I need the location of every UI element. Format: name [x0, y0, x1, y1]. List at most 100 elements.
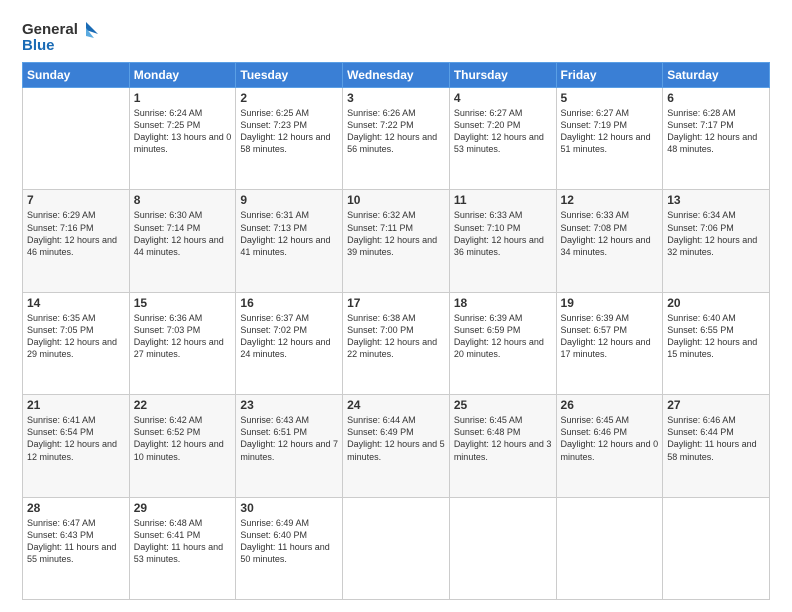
day-number: 30	[240, 501, 338, 515]
calendar-cell: 25Sunrise: 6:45 AM Sunset: 6:48 PM Dayli…	[449, 395, 556, 497]
calendar-cell: 7 Sunrise: 6:29 AM Sunset: 7:16 PM Daylig…	[23, 190, 130, 292]
day-info: Sunrise: 6:39 AM Sunset: 6:59 PM Dayligh…	[454, 312, 552, 361]
day-info: Sunrise: 6:43 AM Sunset: 6:51 PM Dayligh…	[240, 414, 338, 463]
day-info: Sunrise: 6:28 AM Sunset: 7:17 PM Dayligh…	[667, 107, 765, 156]
calendar-cell: 30 Sunrise: 6:49 AM Sunset: 6:40 PM Dayli…	[236, 497, 343, 599]
day-number: 29	[134, 501, 232, 515]
col-header-tuesday: Tuesday	[236, 63, 343, 88]
col-header-monday: Monday	[129, 63, 236, 88]
day-number: 27	[667, 398, 765, 412]
day-number: 2	[240, 91, 338, 105]
calendar-cell	[556, 497, 663, 599]
calendar-cell: 2Sunrise: 6:25 AM Sunset: 7:23 PM Daylig…	[236, 88, 343, 190]
calendar-cell: 10Sunrise: 6:32 AM Sunset: 7:11 PM Dayli…	[343, 190, 450, 292]
day-info: Sunrise: 6:47 AM Sunset: 6:43 PM Dayligh…	[27, 517, 125, 566]
calendar-cell	[343, 497, 450, 599]
day-number: 11	[454, 193, 552, 207]
col-header-thursday: Thursday	[449, 63, 556, 88]
day-info: Sunrise: 6:42 AM Sunset: 6:52 PM Dayligh…	[134, 414, 232, 463]
day-info: Sunrise: 6:36 AM Sunset: 7:03 PM Dayligh…	[134, 312, 232, 361]
calendar-cell: 23 Sunrise: 6:43 AM Sunset: 6:51 PM Dayli…	[236, 395, 343, 497]
day-info: Sunrise: 6:33 AM Sunset: 7:08 PM Dayligh…	[561, 209, 659, 258]
day-number: 4	[454, 91, 552, 105]
calendar-week-2: 7 Sunrise: 6:29 AM Sunset: 7:16 PM Daylig…	[23, 190, 770, 292]
calendar-header-row: SundayMondayTuesdayWednesdayThursdayFrid…	[23, 63, 770, 88]
calendar-cell	[449, 497, 556, 599]
calendar-cell: 3 Sunrise: 6:26 AM Sunset: 7:22 PM Daylig…	[343, 88, 450, 190]
day-number: 16	[240, 296, 338, 310]
calendar-cell: 26 Sunrise: 6:45 AM Sunset: 6:46 PM Dayli…	[556, 395, 663, 497]
calendar-cell: 28 Sunrise: 6:47 AM Sunset: 6:43 PM Dayli…	[23, 497, 130, 599]
calendar-cell: 17 Sunrise: 6:38 AM Sunset: 7:00 PM Dayli…	[343, 292, 450, 394]
calendar-cell: 12 Sunrise: 6:33 AM Sunset: 7:08 PM Dayli…	[556, 190, 663, 292]
day-number: 7	[27, 193, 125, 207]
day-number: 25	[454, 398, 552, 412]
calendar-cell: 6Sunrise: 6:28 AM Sunset: 7:17 PM Daylig…	[663, 88, 770, 190]
logo-svg: GeneralBlue	[22, 18, 102, 54]
day-number: 1	[134, 91, 232, 105]
calendar-cell: 21 Sunrise: 6:41 AM Sunset: 6:54 PM Dayli…	[23, 395, 130, 497]
svg-text:Blue: Blue	[22, 37, 55, 54]
day-info: Sunrise: 6:49 AM Sunset: 6:40 PM Dayligh…	[240, 517, 338, 566]
day-number: 12	[561, 193, 659, 207]
day-number: 28	[27, 501, 125, 515]
calendar-cell: 29 Sunrise: 6:48 AM Sunset: 6:41 PM Dayli…	[129, 497, 236, 599]
calendar-week-4: 21 Sunrise: 6:41 AM Sunset: 6:54 PM Dayli…	[23, 395, 770, 497]
day-info: Sunrise: 6:30 AM Sunset: 7:14 PM Dayligh…	[134, 209, 232, 258]
day-info: Sunrise: 6:46 AM Sunset: 6:44 PM Dayligh…	[667, 414, 765, 463]
calendar-cell: 15Sunrise: 6:36 AM Sunset: 7:03 PM Dayli…	[129, 292, 236, 394]
day-info: Sunrise: 6:34 AM Sunset: 7:06 PM Dayligh…	[667, 209, 765, 258]
day-info: Sunrise: 6:41 AM Sunset: 6:54 PM Dayligh…	[27, 414, 125, 463]
day-info: Sunrise: 6:37 AM Sunset: 7:02 PM Dayligh…	[240, 312, 338, 361]
day-info: Sunrise: 6:31 AM Sunset: 7:13 PM Dayligh…	[240, 209, 338, 258]
calendar-cell: 4 Sunrise: 6:27 AM Sunset: 7:20 PM Daylig…	[449, 88, 556, 190]
day-info: Sunrise: 6:48 AM Sunset: 6:41 PM Dayligh…	[134, 517, 232, 566]
calendar-cell: 1 Sunrise: 6:24 AM Sunset: 7:25 PM Daylig…	[129, 88, 236, 190]
calendar-week-5: 28 Sunrise: 6:47 AM Sunset: 6:43 PM Dayli…	[23, 497, 770, 599]
day-number: 23	[240, 398, 338, 412]
day-number: 26	[561, 398, 659, 412]
day-info: Sunrise: 6:40 AM Sunset: 6:55 PM Dayligh…	[667, 312, 765, 361]
day-info: Sunrise: 6:26 AM Sunset: 7:22 PM Dayligh…	[347, 107, 445, 156]
day-info: Sunrise: 6:44 AM Sunset: 6:49 PM Dayligh…	[347, 414, 445, 463]
calendar-week-1: 1 Sunrise: 6:24 AM Sunset: 7:25 PM Daylig…	[23, 88, 770, 190]
calendar-cell	[23, 88, 130, 190]
col-header-sunday: Sunday	[23, 63, 130, 88]
col-header-friday: Friday	[556, 63, 663, 88]
day-info: Sunrise: 6:29 AM Sunset: 7:16 PM Dayligh…	[27, 209, 125, 258]
logo: GeneralBlue	[22, 18, 102, 54]
day-number: 18	[454, 296, 552, 310]
day-number: 8	[134, 193, 232, 207]
day-number: 24	[347, 398, 445, 412]
day-info: Sunrise: 6:33 AM Sunset: 7:10 PM Dayligh…	[454, 209, 552, 258]
day-number: 20	[667, 296, 765, 310]
calendar-cell: 14 Sunrise: 6:35 AM Sunset: 7:05 PM Dayli…	[23, 292, 130, 394]
calendar-cell	[663, 497, 770, 599]
day-number: 3	[347, 91, 445, 105]
calendar-table: SundayMondayTuesdayWednesdayThursdayFrid…	[22, 62, 770, 600]
svg-text:General: General	[22, 21, 78, 38]
day-number: 9	[240, 193, 338, 207]
day-info: Sunrise: 6:27 AM Sunset: 7:19 PM Dayligh…	[561, 107, 659, 156]
day-info: Sunrise: 6:39 AM Sunset: 6:57 PM Dayligh…	[561, 312, 659, 361]
calendar-cell: 8 Sunrise: 6:30 AM Sunset: 7:14 PM Daylig…	[129, 190, 236, 292]
day-info: Sunrise: 6:24 AM Sunset: 7:25 PM Dayligh…	[134, 107, 232, 156]
page: GeneralBlue SundayMondayTuesdayWednesday…	[0, 0, 792, 612]
calendar-cell: 18 Sunrise: 6:39 AM Sunset: 6:59 PM Dayli…	[449, 292, 556, 394]
day-number: 21	[27, 398, 125, 412]
day-info: Sunrise: 6:45 AM Sunset: 6:46 PM Dayligh…	[561, 414, 659, 463]
day-info: Sunrise: 6:27 AM Sunset: 7:20 PM Dayligh…	[454, 107, 552, 156]
calendar-cell: 20 Sunrise: 6:40 AM Sunset: 6:55 PM Dayli…	[663, 292, 770, 394]
calendar-cell: 16 Sunrise: 6:37 AM Sunset: 7:02 PM Dayli…	[236, 292, 343, 394]
calendar-week-3: 14 Sunrise: 6:35 AM Sunset: 7:05 PM Dayli…	[23, 292, 770, 394]
day-info: Sunrise: 6:38 AM Sunset: 7:00 PM Dayligh…	[347, 312, 445, 361]
calendar-cell: 19Sunrise: 6:39 AM Sunset: 6:57 PM Dayli…	[556, 292, 663, 394]
header: GeneralBlue	[22, 18, 770, 54]
calendar-cell: 13Sunrise: 6:34 AM Sunset: 7:06 PM Dayli…	[663, 190, 770, 292]
calendar-cell: 24 Sunrise: 6:44 AM Sunset: 6:49 PM Dayli…	[343, 395, 450, 497]
day-info: Sunrise: 6:35 AM Sunset: 7:05 PM Dayligh…	[27, 312, 125, 361]
calendar-cell: 9 Sunrise: 6:31 AM Sunset: 7:13 PM Daylig…	[236, 190, 343, 292]
day-number: 14	[27, 296, 125, 310]
day-number: 17	[347, 296, 445, 310]
calendar-cell: 27 Sunrise: 6:46 AM Sunset: 6:44 PM Dayli…	[663, 395, 770, 497]
